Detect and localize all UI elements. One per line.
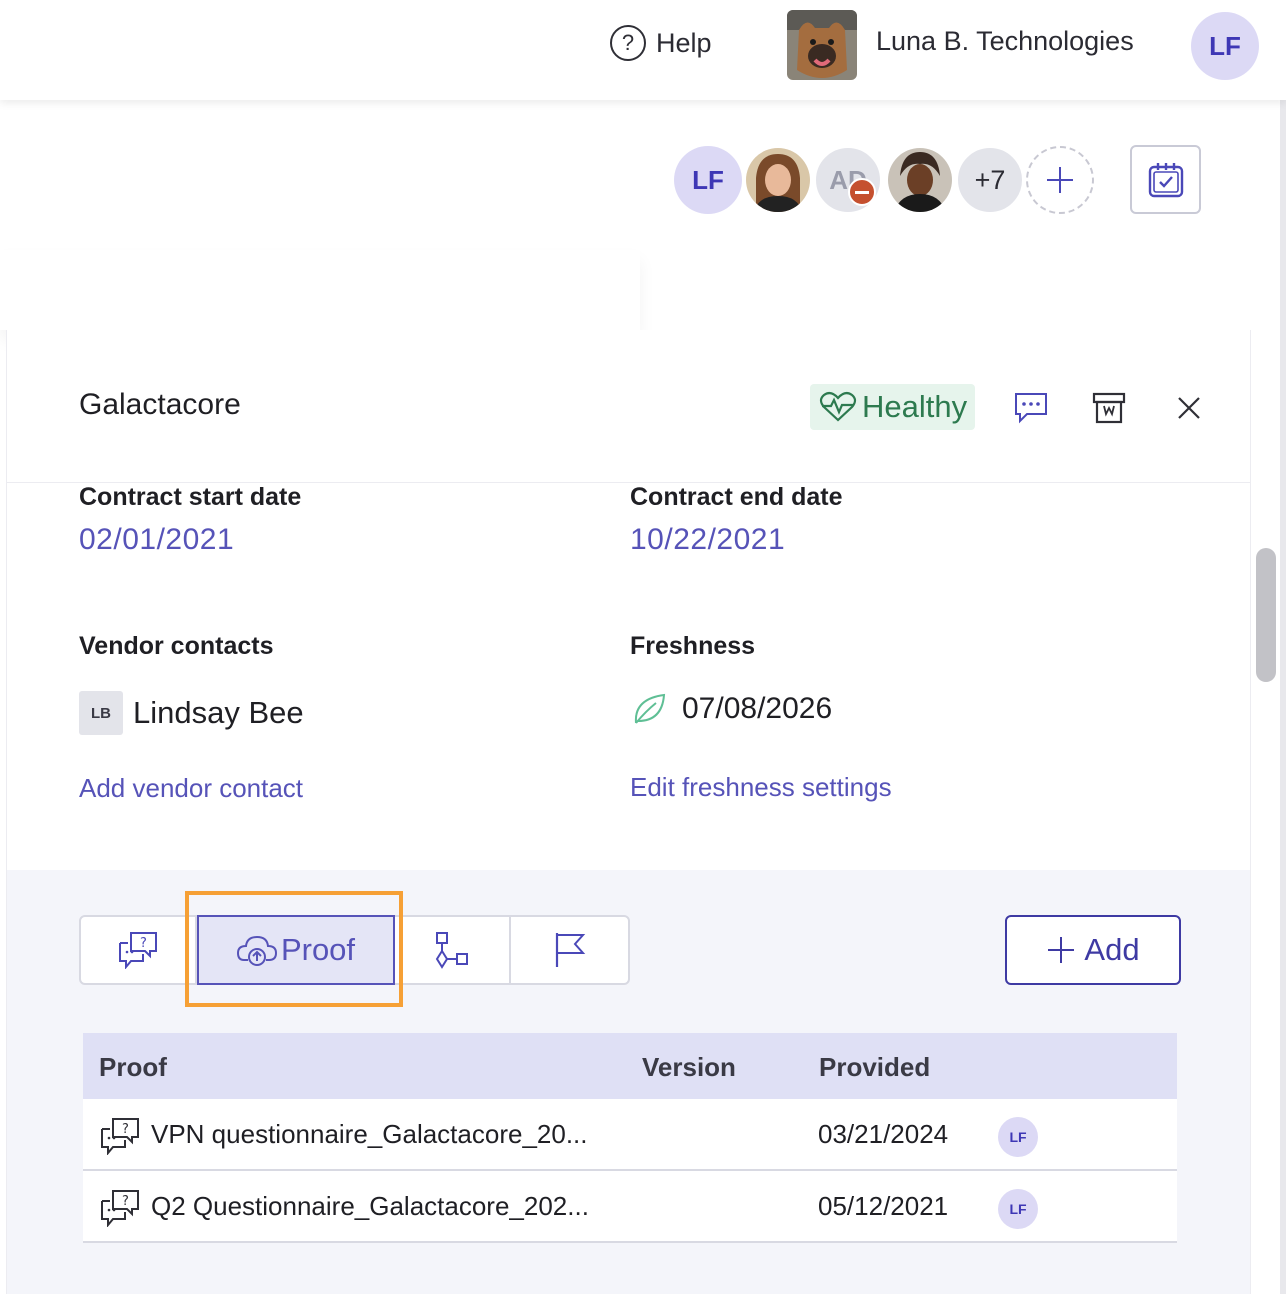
remove-icon[interactable] [848,178,876,206]
collaborator-avatar-ad[interactable]: AD [814,146,882,214]
collaborator-avatar-lf[interactable]: LF [674,146,742,214]
proof-section: ? Proof Add Proof Version Provided ? VPN… [7,870,1250,1294]
edit-freshness-settings-link[interactable]: Edit freshness settings [630,772,892,803]
table-header: Proof Version Provided [83,1033,1177,1099]
tab-workflow[interactable] [395,917,511,983]
help-icon: ? [610,25,646,61]
vendor-contacts-label: Vendor contacts [79,632,274,660]
table-row[interactable]: ? VPN questionnaire_Galactacore_20... 03… [83,1099,1177,1171]
proof-name[interactable]: Q2 Questionnaire_Galactacore_202... [151,1191,611,1222]
leaf-icon [634,693,666,724]
provider-avatar: LF [998,1117,1038,1157]
flag-icon [555,933,585,967]
contract-end-label: Contract end date [630,483,843,511]
provider-avatar: LF [998,1189,1038,1229]
add-proof-button[interactable]: Add [1005,915,1181,985]
table-row[interactable]: ? Q2 Questionnaire_Galactacore_202... 05… [83,1171,1177,1243]
collaborator-avatar-photo[interactable] [744,146,812,214]
top-bar: ? Help Luna B. Technologies LF [0,0,1286,100]
proof-name[interactable]: VPN questionnaire_Galactacore_20... [151,1119,611,1150]
vendor-title: Galactacore [79,388,241,421]
workflow-icon [435,932,468,969]
contract-end-date[interactable]: 10/22/2021 [630,523,785,557]
close-button[interactable] [1171,390,1207,426]
health-status-badge[interactable]: Healthy [810,384,976,430]
calendar-check-icon [1148,162,1183,197]
svg-text:?: ? [122,1194,129,1209]
contact-avatar: LB [79,691,123,735]
user-avatar[interactable]: LF [1191,12,1259,80]
more-collaborators-button[interactable]: +7 [956,146,1024,214]
vendor-contact[interactable]: LB Lindsay Bee [79,691,304,735]
tab-questionnaires[interactable]: ? [81,917,197,983]
provided-date: 03/21/2024 [818,1119,949,1149]
background-card [0,250,640,330]
org-name[interactable]: Luna B. Technologies [876,26,1134,57]
vendor-detail-panel: Galactacore Healthy Contract start date … [6,330,1251,1294]
questionnaire-icon: ? [101,1118,139,1155]
panel-scrollbar-thumb[interactable] [1256,548,1276,682]
plus-icon [1048,937,1075,963]
heart-pulse-icon [819,391,857,422]
page-scrollbar-track[interactable] [1280,100,1286,1294]
comments-button[interactable] [1013,390,1049,426]
collaborator-avatar-photo[interactable] [886,146,954,214]
questionnaire-icon: ? [119,932,157,969]
freshness-label: Freshness [630,632,756,660]
freshness-value: 07/08/2026 [630,691,832,727]
help-link[interactable]: ? Help [610,24,712,62]
contract-start-date[interactable]: 02/01/2021 [79,523,234,557]
plus-icon [1047,167,1073,193]
column-header-proof[interactable]: Proof [99,1052,167,1083]
help-label: Help [656,27,712,58]
calendar-check-button[interactable] [1130,145,1201,214]
contract-start-label: Contract start date [79,483,302,511]
archive-button[interactable] [1091,390,1127,426]
panel-header: Galactacore Healthy [7,330,1250,483]
column-header-provided[interactable]: Provided [819,1052,930,1083]
proof-table: Proof Version Provided ? VPN questionnai… [83,1033,1177,1243]
archive-icon [1092,392,1126,424]
contact-name: Lindsay Bee [133,695,304,730]
column-header-version[interactable]: Version [642,1052,736,1083]
svg-text:?: ? [122,1122,129,1137]
health-status-label: Healthy [862,389,968,424]
add-vendor-contact-link[interactable]: Add vendor contact [79,773,303,804]
add-collaborator-button[interactable] [1026,146,1094,214]
add-label: Add [1084,932,1140,967]
svg-text:?: ? [140,936,147,951]
org-logo[interactable] [787,10,857,80]
questionnaire-icon: ? [101,1190,139,1227]
close-icon [1178,397,1200,419]
selection-highlight [185,891,403,1007]
provided-date: 05/12/2021 [818,1191,949,1221]
tab-issues[interactable] [511,917,628,983]
freshness-date: 07/08/2026 [682,692,833,725]
chat-icon [1015,393,1047,424]
